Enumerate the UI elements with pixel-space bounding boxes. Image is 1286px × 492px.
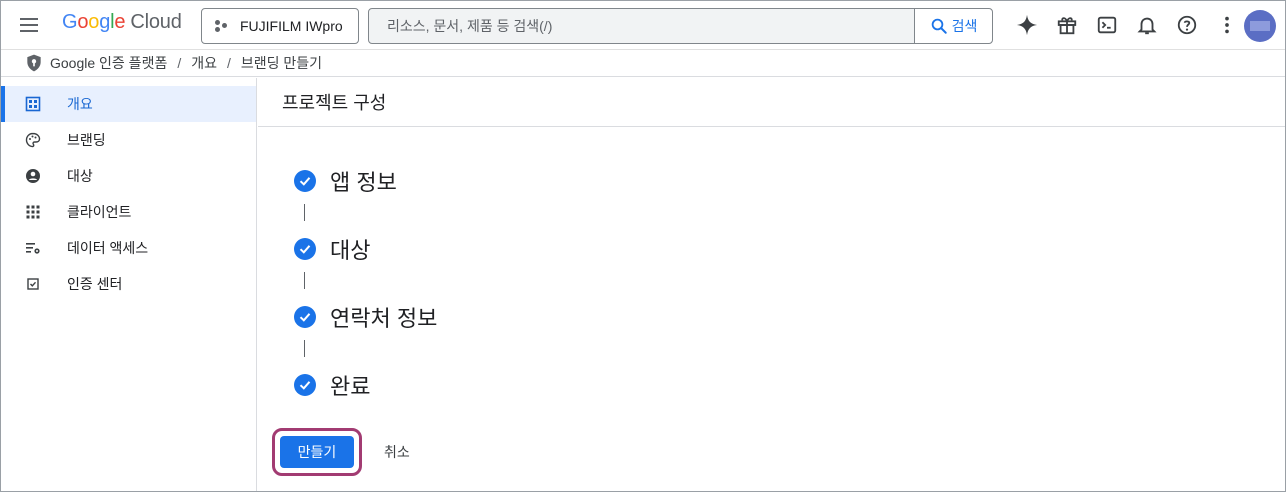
notifications-icon[interactable] [1127, 9, 1167, 41]
top-bar: Google Cloud FUJIFILM IWpro 리소스, 문서, 제품 등… [1, 1, 1285, 49]
search-bar[interactable]: 리소스, 문서, 제품 등 검색(/) 검색 [368, 8, 993, 44]
project-hub-icon [214, 18, 230, 34]
breadcrumb-root[interactable]: Google 인증 플랫폼 [50, 53, 167, 73]
gemini-icon[interactable] [1007, 9, 1047, 41]
project-picker-button[interactable]: FUJIFILM IWpro [201, 8, 359, 44]
breadcrumb-item-overview[interactable]: 개요 [191, 53, 217, 73]
check-circle-icon [294, 306, 316, 328]
step-label: 완료 [330, 374, 371, 399]
logo-letter: o [88, 11, 100, 33]
palette-icon [25, 132, 41, 148]
sidebar-item-clients[interactable]: 클라이언트 [1, 194, 256, 230]
sidebar-item-label: 데이터 액세스 [67, 240, 149, 256]
sidebar-item-verification-center[interactable]: 인증 센터 [1, 266, 256, 302]
sidebar: 개요 브랜딩 대상 클라이언트 데이터 액세스 인증 센터 [1, 78, 257, 491]
search-input[interactable]: 리소스, 문서, 제품 등 검색(/) [369, 16, 914, 36]
account-circle-icon [25, 168, 41, 184]
gift-icon[interactable] [1047, 9, 1087, 41]
account-avatar[interactable] [1244, 10, 1276, 42]
sidebar-item-label: 클라이언트 [67, 204, 132, 220]
breadcrumb: Google 인증 플랫폼 / 개요 / 브랜딩 만들기 [1, 49, 1285, 77]
top-icon-group [1007, 9, 1247, 41]
search-icon [931, 18, 947, 34]
apps-grid-icon [25, 204, 41, 220]
sidebar-item-overview[interactable]: 개요 [1, 86, 256, 122]
sidebar-item-audience[interactable]: 대상 [1, 158, 256, 194]
project-setup-stepper: 앱 정보 대상 연락처 정보 완료 [294, 166, 437, 400]
sidebar-item-data-access[interactable]: 데이터 액세스 [1, 230, 256, 266]
step-label: 연락처 정보 [330, 306, 438, 331]
step-app-info[interactable]: 앱 정보 [294, 166, 437, 196]
cancel-button[interactable]: 취소 [378, 434, 416, 470]
data-settings-icon [25, 240, 41, 256]
checkbox-icon [25, 276, 41, 292]
logo-letter: e [114, 11, 126, 33]
step-label: 대상 [330, 238, 371, 263]
search-button-label: 검색 [951, 18, 978, 34]
form-actions: 만들기 취소 [272, 428, 416, 476]
sidebar-item-branding[interactable]: 브랜딩 [1, 122, 256, 158]
cloud-shell-icon[interactable] [1087, 9, 1127, 41]
sidebar-item-label: 인증 센터 [67, 276, 123, 292]
step-label: 앱 정보 [330, 170, 397, 195]
logo-letter: G [62, 11, 78, 33]
step-connector [304, 204, 305, 221]
sidebar-item-label: 개요 [67, 96, 93, 112]
logo-product: Cloud [130, 11, 182, 33]
search-button[interactable]: 검색 [914, 9, 992, 43]
breadcrumb-separator: / [177, 55, 182, 71]
shield-lock-icon [27, 54, 41, 72]
check-circle-icon [294, 238, 316, 260]
more-vert-icon[interactable] [1207, 9, 1247, 41]
check-circle-icon [294, 374, 316, 396]
main-content: 프로젝트 구성 앱 정보 대상 연락처 정보 완료 만들기 취소 [258, 78, 1285, 491]
step-connector [304, 272, 305, 289]
page-title: 프로젝트 구성 [258, 78, 1285, 127]
step-connector [304, 340, 305, 357]
menu-icon[interactable] [17, 13, 41, 37]
create-button[interactable]: 만들기 [280, 436, 354, 468]
help-icon[interactable] [1167, 9, 1207, 41]
step-finish[interactable]: 완료 [294, 370, 437, 400]
step-contact-info[interactable]: 연락처 정보 [294, 302, 437, 332]
google-cloud-logo[interactable]: Google Cloud [62, 11, 182, 34]
sidebar-item-label: 브랜딩 [67, 132, 106, 148]
logo-letter: o [77, 11, 89, 33]
breadcrumb-item-create-branding: 브랜딩 만들기 [240, 55, 323, 71]
step-audience[interactable]: 대상 [294, 234, 437, 264]
dashboard-icon [25, 96, 41, 112]
logo-letter: g [99, 11, 111, 33]
project-name: FUJIFILM IWpro [240, 18, 343, 34]
sidebar-item-label: 대상 [67, 168, 93, 184]
check-circle-icon [294, 170, 316, 192]
breadcrumb-separator: / [226, 55, 231, 71]
create-button-highlight: 만들기 [272, 428, 362, 476]
